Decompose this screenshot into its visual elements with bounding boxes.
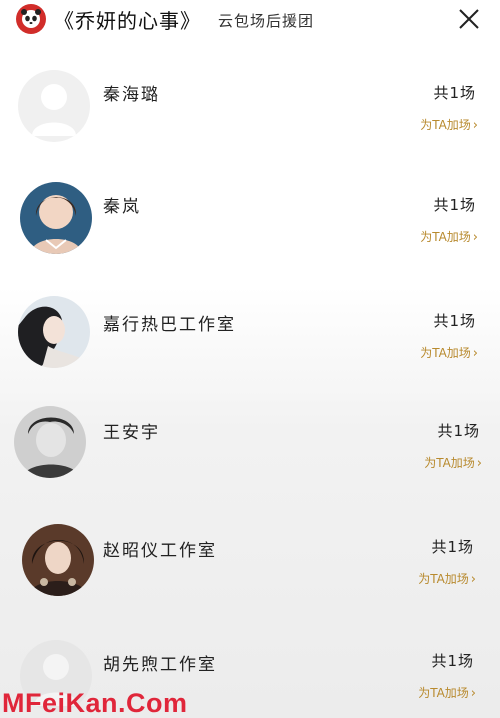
add-session-label: 为TA加场 bbox=[418, 572, 469, 586]
add-session-label: 为TA加场 bbox=[420, 346, 471, 360]
avatar bbox=[18, 296, 90, 368]
chevron-right-icon: › bbox=[470, 686, 476, 701]
chevron-right-icon: › bbox=[472, 346, 478, 361]
page-subtitle: 云包场后援团 bbox=[218, 12, 315, 30]
add-session-label: 为TA加场 bbox=[418, 686, 469, 700]
session-count: 共1场 bbox=[431, 538, 474, 556]
supporter-name: 赵昭仪工作室 bbox=[103, 541, 217, 561]
header-bar: 《乔妍的心事》 云包场后援团 bbox=[0, 0, 500, 42]
supporter-name: 嘉行热巴工作室 bbox=[103, 315, 236, 335]
supporter-name: 胡先煦工作室 bbox=[103, 655, 217, 675]
list-item[interactable]: 赵昭仪工作室 共1场 为TA加场 › bbox=[0, 516, 500, 626]
add-session-link[interactable]: 为TA加场 › bbox=[420, 116, 478, 133]
add-session-label: 为TA加场 bbox=[424, 456, 475, 470]
session-count: 共1场 bbox=[431, 652, 474, 670]
supporter-name: 秦海璐 bbox=[103, 85, 160, 105]
panda-logo-icon bbox=[16, 4, 46, 34]
close-icon[interactable] bbox=[456, 6, 482, 32]
chevron-right-icon: › bbox=[472, 118, 478, 133]
session-count: 共1场 bbox=[437, 422, 480, 440]
site-watermark: MFeiKan.Com bbox=[2, 688, 188, 718]
list-item[interactable]: 秦岚 共1场 为TA加场 › bbox=[0, 172, 500, 282]
list-item[interactable]: 秦海璐 共1场 为TA加场 › bbox=[0, 60, 500, 170]
add-session-link[interactable]: 为TA加场 › bbox=[418, 570, 476, 587]
chevron-right-icon: › bbox=[470, 572, 476, 587]
add-session-link[interactable]: 为TA加场 › bbox=[420, 344, 478, 361]
supporters-page: 《乔妍的心事》 云包场后援团 秦海璐 共1场 为TA加场 › 秦岚 共1场 为T… bbox=[0, 0, 500, 718]
chevron-right-icon: › bbox=[472, 230, 478, 245]
avatar bbox=[20, 182, 92, 254]
avatar bbox=[14, 406, 86, 478]
session-count: 共1场 bbox=[433, 196, 476, 214]
supporter-name: 王安宇 bbox=[103, 423, 160, 443]
list-item[interactable]: 嘉行热巴工作室 共1场 为TA加场 › bbox=[0, 288, 500, 398]
session-count: 共1场 bbox=[433, 312, 476, 330]
supporter-name: 秦岚 bbox=[103, 197, 141, 217]
avatar-placeholder bbox=[18, 70, 90, 142]
page-title: 《乔妍的心事》 bbox=[54, 9, 201, 33]
add-session-link[interactable]: 为TA加场 › bbox=[418, 684, 476, 701]
add-session-label: 为TA加场 bbox=[420, 118, 471, 132]
list-item[interactable]: 王安宇 共1场 为TA加场 › bbox=[0, 400, 500, 510]
session-count: 共1场 bbox=[433, 84, 476, 102]
avatar bbox=[22, 524, 94, 596]
chevron-right-icon: › bbox=[476, 456, 482, 471]
add-session-link[interactable]: 为TA加场 › bbox=[420, 228, 478, 245]
add-session-label: 为TA加场 bbox=[420, 230, 471, 244]
add-session-link[interactable]: 为TA加场 › bbox=[424, 454, 482, 471]
